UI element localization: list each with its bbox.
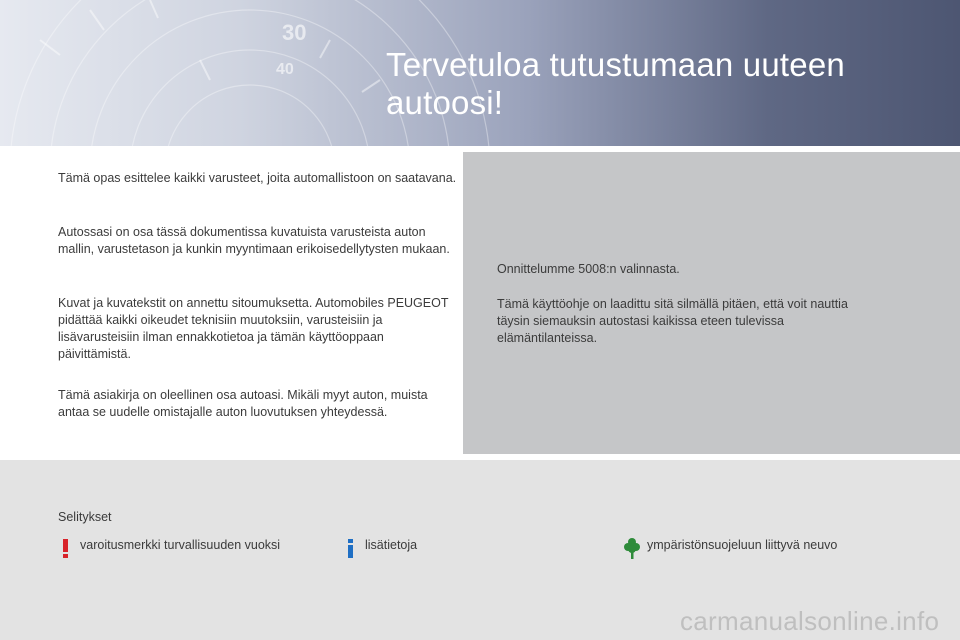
- welcome-paragraph-2: Tämä käyttöohje on laadittu sitä silmäll…: [497, 297, 848, 345]
- gauge-number-30: 30: [282, 20, 306, 45]
- gauge-number-40: 40: [276, 61, 294, 78]
- intro-paragraph-2: Autossasi on osa tässä dokumentissa kuva…: [58, 225, 450, 256]
- tree-icon: [624, 538, 640, 559]
- page-title: Tervetuloa tutustumaan uuteen autoosi!: [386, 46, 845, 121]
- intro-paragraph-4: Tämä asiakirja on oleellinen osa autoasi…: [58, 388, 428, 419]
- watermark: carmanualsonline.info: [680, 606, 940, 636]
- legend-heading: Selitykset: [58, 510, 112, 524]
- legend-label-info: lisätietoja: [365, 538, 418, 552]
- legend-label-warning: varoitusmerkki turvallisuuden vuoksi: [80, 538, 281, 552]
- info-icon: [348, 539, 353, 558]
- header-banner: 30 40 Tervetuloa tutustumaan uuteen auto…: [0, 0, 960, 146]
- intro-paragraph-3: Kuvat ja kuvatekstit on annettu sitoumuk…: [58, 296, 449, 361]
- welcome-paragraph-1: Onnittelumme 5008:n valinnasta.: [497, 262, 680, 276]
- intro-paragraph-1: Tämä opas esittelee kaikki varusteet, jo…: [58, 171, 457, 185]
- legend-label-environment: ympäristönsuojeluun liittyvä neuvo: [647, 538, 838, 552]
- exclamation-icon: [63, 539, 68, 558]
